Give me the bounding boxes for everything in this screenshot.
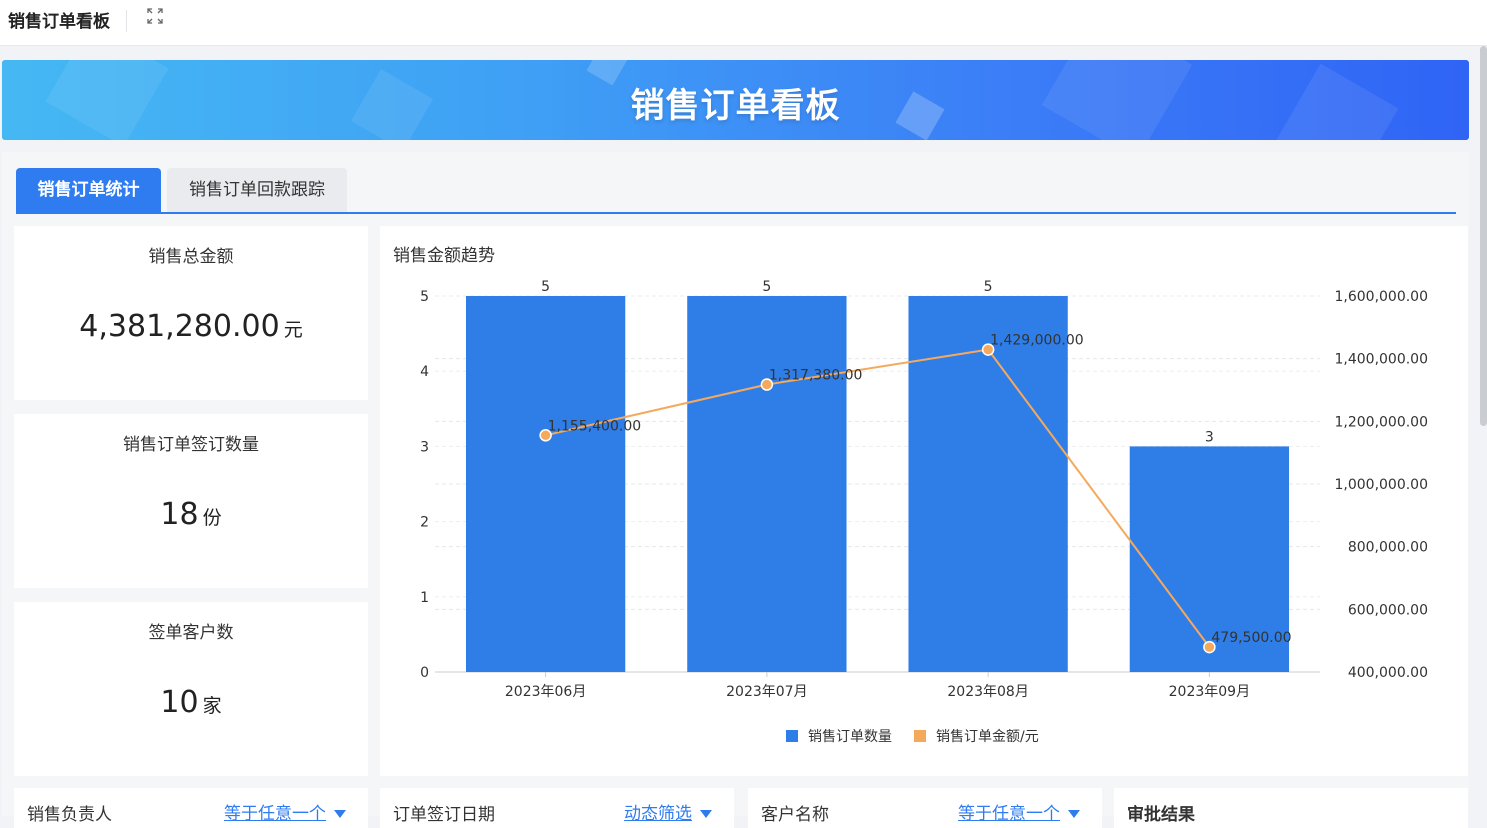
tab-bar: 销售订单统计 销售订单回款跟踪	[16, 168, 1456, 214]
left-axis-tick-label: 2	[420, 515, 429, 531]
bar-data-label: 5	[541, 279, 550, 295]
filter-customer-name[interactable]: 客户名称 等于任意一个	[748, 788, 1102, 828]
right-axis-tick-label: 1,000,000.00	[1334, 477, 1428, 493]
kpi-card-customer-count: 签单客户数 10 家	[14, 602, 368, 776]
kpi-card-total-amount: 销售总金额 4,381,280.00 元	[14, 226, 368, 400]
right-axis-tick-label: 600,000.00	[1348, 602, 1428, 618]
right-axis-tick-label: 1,600,000.00	[1334, 289, 1428, 305]
kpi-unit: 元	[283, 319, 303, 341]
tab-payment-tracking[interactable]: 销售订单回款跟踪	[167, 168, 347, 212]
dashboard-banner: 销售订单看板	[2, 60, 1469, 140]
filter-label: 审批结果	[1127, 805, 1195, 825]
legend-swatch	[786, 730, 798, 742]
divider	[126, 10, 127, 32]
line-data-label: 479,500.00	[1211, 630, 1291, 646]
kpi-number: 4,381,280.00	[79, 309, 280, 344]
filter-label: 订单签订日期	[393, 805, 495, 825]
bar	[465, 296, 626, 672]
banner-title: 销售订单看板	[630, 86, 841, 126]
tab-sales-order-stats[interactable]: 销售订单统计	[16, 168, 161, 212]
filter-approval-result[interactable]: 审批结果	[1114, 788, 1468, 828]
app-title: 销售订单看板	[8, 12, 110, 32]
filter-sign-date[interactable]: 订单签订日期 动态筛选	[380, 788, 734, 828]
left-axis-tick-label: 4	[420, 364, 429, 380]
legend-swatch	[914, 730, 926, 742]
kpi-label: 销售订单签订数量	[123, 435, 259, 455]
left-axis-tick-label: 3	[420, 439, 429, 455]
kpi-label: 销售总金额	[148, 247, 234, 267]
filter-condition-dropdown[interactable]: 等于任意一个	[224, 799, 346, 824]
left-axis-tick-label: 5	[420, 289, 429, 305]
legend-label: 销售订单数量	[808, 729, 892, 745]
line-series	[545, 348, 1211, 648]
caret-down-icon	[334, 810, 346, 818]
filter-condition-dropdown[interactable]: 动态筛选	[624, 799, 712, 824]
filter-sales-owner[interactable]: 销售负责人 等于任意一个	[14, 788, 368, 828]
caret-down-icon	[700, 810, 712, 818]
x-axis-tick-label: 2023年08月	[947, 684, 1028, 700]
kpi-number: 10	[160, 685, 199, 720]
x-axis-tick-label: 2023年06月	[505, 684, 586, 700]
right-axis-tick-label: 1,200,000.00	[1334, 414, 1428, 430]
sales-trend-chart-card: 销售金额趋势 400,000.00 600,000.00 800,000.00 1,0…	[380, 226, 1468, 776]
x-axis-tick-label: 2023年09月	[1169, 684, 1250, 700]
bar-data-label: 5	[762, 279, 771, 295]
kpi-label: 签单客户数	[148, 623, 234, 643]
bar-data-label: 5	[984, 279, 993, 295]
bar	[687, 296, 847, 672]
line-data-label: 1,429,000.00	[990, 333, 1084, 349]
filter-condition-dropdown[interactable]: 等于任意一个	[958, 799, 1080, 824]
legend-label: 销售订单金额/元	[936, 729, 1039, 745]
top-bar: 销售订单看板	[0, 0, 1487, 46]
kpi-unit: 家	[202, 695, 222, 717]
left-axis-tick-label: 1	[420, 590, 429, 606]
filter-condition-text: 等于任意一个	[958, 804, 1060, 824]
filter-label: 客户名称	[761, 805, 829, 825]
right-axis-tick-label: 800,000.00	[1348, 540, 1428, 556]
filter-condition-text: 等于任意一个	[224, 804, 326, 824]
right-axis-tick-label: 400,000.00	[1348, 665, 1428, 681]
caret-down-icon	[1068, 810, 1080, 818]
sales-trend-chart: 400,000.00 600,000.00 800,000.00 1,000,000.…	[420, 279, 1428, 745]
kpi-value: 18 份	[14, 497, 368, 532]
x-axis-tick-label: 2023年07月	[726, 684, 807, 700]
page-scrollbar[interactable]	[1480, 46, 1487, 426]
right-axis-tick-label: 1,400,000.00	[1334, 352, 1428, 368]
filter-label: 销售负责人	[27, 805, 112, 825]
kpi-number: 18	[160, 497, 199, 532]
kpi-card-order-count: 销售订单签订数量 18 份	[14, 414, 368, 588]
fullscreen-icon[interactable]	[146, 7, 164, 25]
filter-condition-text: 动态筛选	[624, 804, 692, 824]
line-data-label: 1,155,400.00	[548, 418, 642, 434]
kpi-value: 4,381,280.00 元	[14, 309, 368, 344]
bar-data-label: 3	[1205, 429, 1214, 445]
line-data-label: 1,317,380.00	[769, 368, 863, 384]
kpi-value: 10 家	[14, 685, 368, 720]
left-axis-tick-label: 0	[420, 665, 429, 681]
kpi-unit: 份	[202, 507, 222, 529]
